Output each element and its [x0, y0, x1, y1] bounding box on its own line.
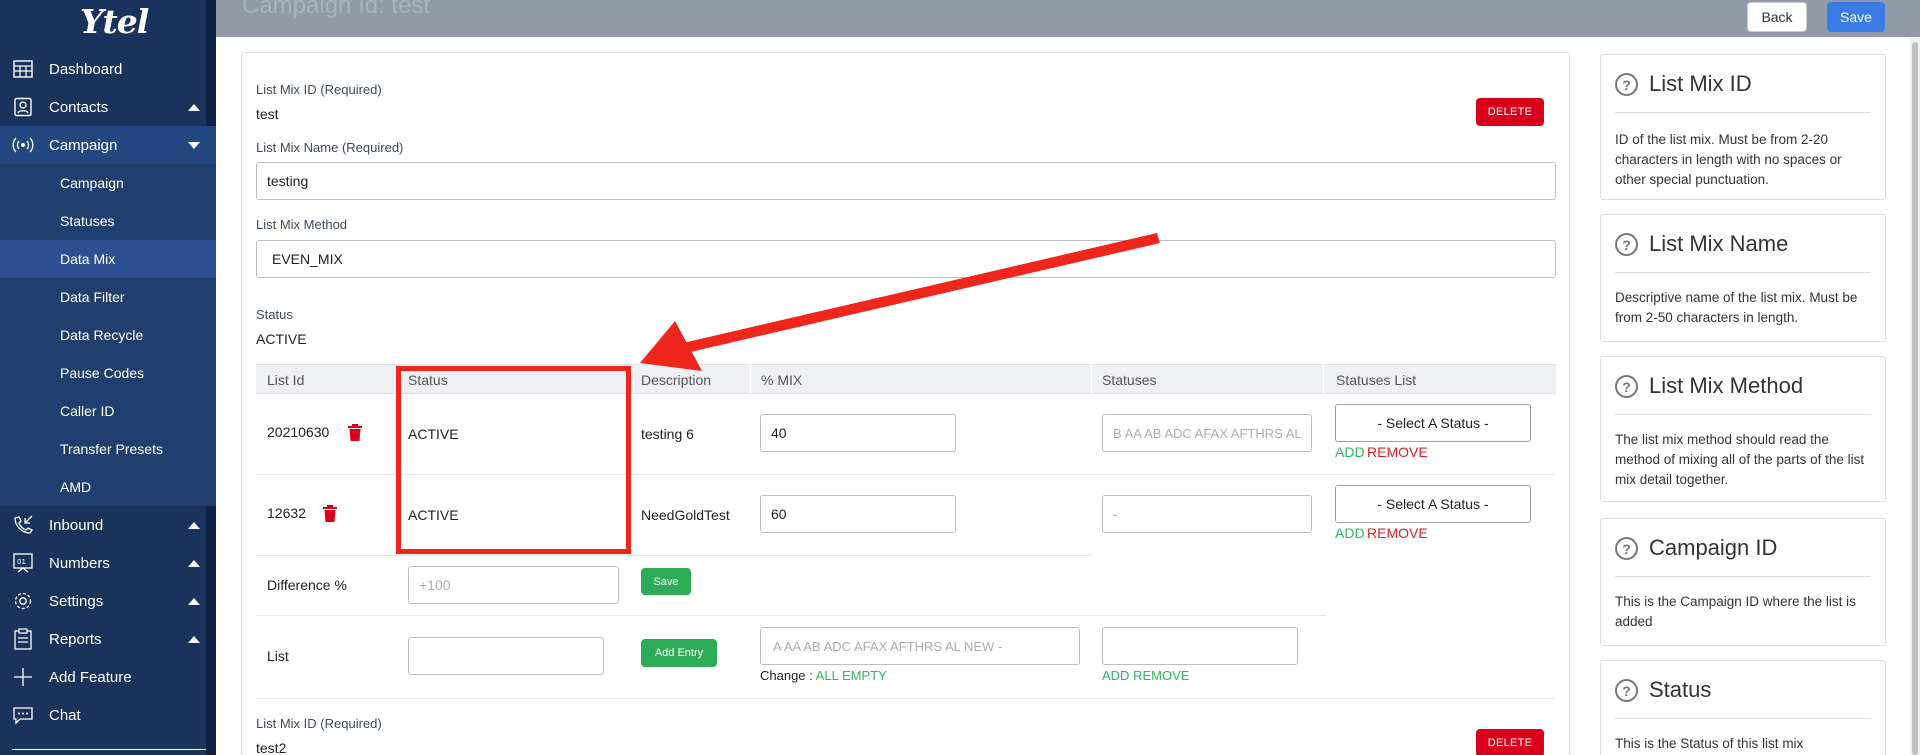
- annotation-arrow-shaft: [683, 233, 1160, 353]
- annotation-arrow: [640, 233, 1160, 371]
